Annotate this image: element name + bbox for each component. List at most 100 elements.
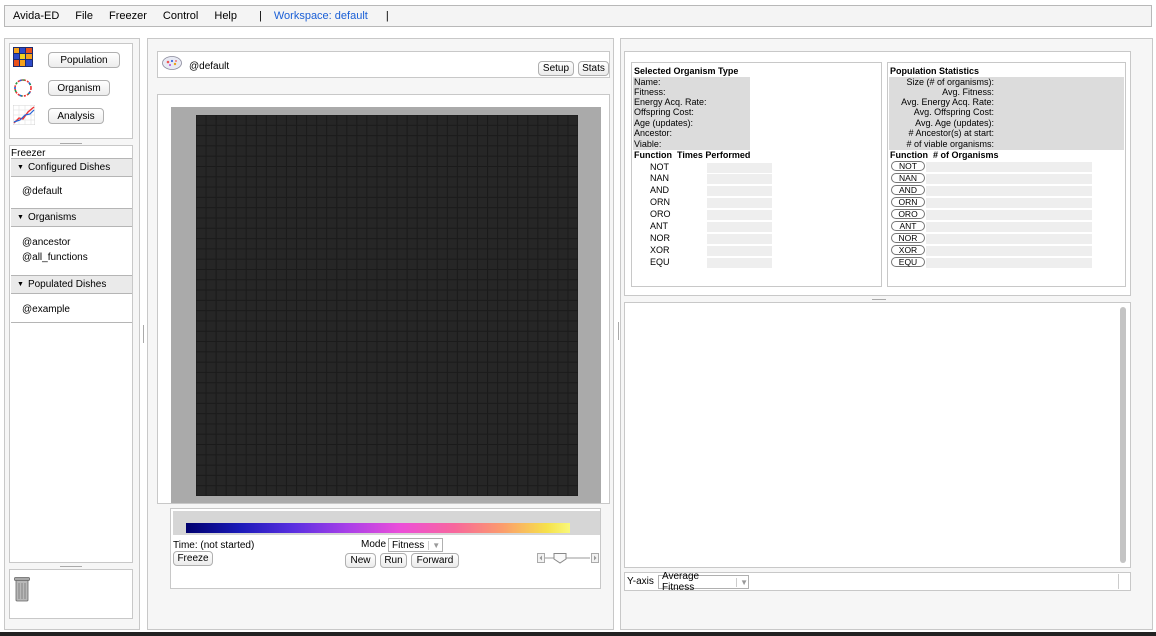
grid-cell[interactable] <box>477 156 488 166</box>
grid-cell[interactable] <box>477 115 488 125</box>
grid-cell[interactable] <box>407 300 417 311</box>
grid-cell[interactable] <box>377 445 387 455</box>
grid-cell[interactable] <box>417 125 427 136</box>
grid-cell[interactable] <box>407 218 417 228</box>
grid-cell[interactable] <box>377 393 387 403</box>
grid-cell[interactable] <box>488 197 498 208</box>
grid-cell[interactable] <box>488 166 498 177</box>
grid-cell[interactable] <box>538 259 548 269</box>
grid-cell[interactable] <box>417 352 427 362</box>
grid-cell[interactable] <box>477 486 488 496</box>
grid-cell[interactable] <box>256 166 266 177</box>
grid-cell[interactable] <box>518 156 528 166</box>
grid-cell[interactable] <box>397 414 407 424</box>
grid-cell[interactable] <box>477 218 488 228</box>
pop-fn-nor-button[interactable]: NOR <box>891 233 925 243</box>
grid-cell[interactable] <box>236 280 246 290</box>
grid-cell[interactable] <box>357 269 367 280</box>
grid-cell[interactable] <box>236 187 246 197</box>
grid-cell[interactable] <box>387 249 397 259</box>
grid-cell[interactable] <box>447 239 457 249</box>
grid-cell[interactable] <box>397 249 407 259</box>
grid-cell[interactable] <box>508 352 518 362</box>
grid-cell[interactable] <box>226 197 236 208</box>
grid-cell[interactable] <box>236 208 246 218</box>
grid-cell[interactable] <box>337 331 347 342</box>
grid-cell[interactable] <box>417 197 427 208</box>
grid-cell[interactable] <box>276 125 286 136</box>
grid-cell[interactable] <box>337 228 347 239</box>
grid-cell[interactable] <box>467 393 477 403</box>
grid-cell[interactable] <box>518 362 528 372</box>
analysis-chart-icon[interactable] <box>13 105 35 125</box>
pop-fn-equ-button[interactable]: EQU <box>891 257 925 267</box>
grid-cell[interactable] <box>256 475 266 486</box>
grid-cell[interactable] <box>538 352 548 362</box>
grid-cell[interactable] <box>256 228 266 239</box>
grid-cell[interactable] <box>236 331 246 342</box>
grid-cell[interactable] <box>427 393 437 403</box>
grid-cell[interactable] <box>297 403 307 414</box>
grid-cell[interactable] <box>467 414 477 424</box>
grid-cell[interactable] <box>467 445 477 455</box>
grid-cell[interactable] <box>216 455 226 465</box>
grid-cell[interactable] <box>548 300 558 311</box>
grid-cell[interactable] <box>437 280 447 290</box>
grid-cell[interactable] <box>236 383 246 393</box>
grid-cell[interactable] <box>307 115 317 125</box>
grid-cell[interactable] <box>437 166 447 177</box>
grid-cell[interactable] <box>226 311 236 321</box>
grid-cell[interactable] <box>327 445 337 455</box>
grid-cell[interactable] <box>286 187 297 197</box>
grid-cell[interactable] <box>266 372 276 383</box>
grid-cell[interactable] <box>397 156 407 166</box>
grid-cell[interactable] <box>357 208 367 218</box>
grid-cell[interactable] <box>518 486 528 496</box>
grid-cell[interactable] <box>337 486 347 496</box>
grid-cell[interactable] <box>437 445 447 455</box>
grid-cell[interactable] <box>276 311 286 321</box>
grid-cell[interactable] <box>518 177 528 187</box>
grid-cell[interactable] <box>397 136 407 146</box>
grid-cell[interactable] <box>568 311 578 321</box>
grid-cell[interactable] <box>488 342 498 352</box>
grid-cell[interactable] <box>367 269 377 280</box>
grid-cell[interactable] <box>276 362 286 372</box>
grid-cell[interactable] <box>457 156 467 166</box>
grid-cell[interactable] <box>417 393 427 403</box>
grid-cell[interactable] <box>317 280 327 290</box>
grid-cell[interactable] <box>266 197 276 208</box>
freezer-item-default[interactable]: @default <box>22 186 62 197</box>
grid-cell[interactable] <box>377 342 387 352</box>
grid-cell[interactable] <box>236 249 246 259</box>
grid-cell[interactable] <box>518 403 528 414</box>
grid-cell[interactable] <box>286 393 297 403</box>
grid-cell[interactable] <box>347 208 357 218</box>
forward-button[interactable]: Forward <box>411 553 459 568</box>
grid-cell[interactable] <box>467 475 477 486</box>
grid-cell[interactable] <box>317 393 327 403</box>
population-grid[interactable] <box>196 115 578 496</box>
grid-cell[interactable] <box>236 465 246 475</box>
grid-cell[interactable] <box>538 383 548 393</box>
grid-cell[interactable] <box>297 362 307 372</box>
grid-cell[interactable] <box>477 362 488 372</box>
grid-cell[interactable] <box>266 445 276 455</box>
grid-cell[interactable] <box>317 290 327 300</box>
grid-cell[interactable] <box>528 475 538 486</box>
grid-cell[interactable] <box>508 197 518 208</box>
grid-cell[interactable] <box>226 342 236 352</box>
grid-cell[interactable] <box>467 259 477 269</box>
grid-cell[interactable] <box>266 383 276 393</box>
grid-cell[interactable] <box>236 486 246 496</box>
grid-cell[interactable] <box>196 177 206 187</box>
grid-cell[interactable] <box>417 228 427 239</box>
grid-cell[interactable] <box>307 136 317 146</box>
grid-cell[interactable] <box>297 486 307 496</box>
grid-cell[interactable] <box>236 414 246 424</box>
grid-cell[interactable] <box>327 321 337 331</box>
grid-cell[interactable] <box>427 156 437 166</box>
pop-fn-ant-button[interactable]: ANT <box>891 221 925 231</box>
grid-cell[interactable] <box>337 342 347 352</box>
graph-scrollbar[interactable] <box>1120 307 1126 563</box>
